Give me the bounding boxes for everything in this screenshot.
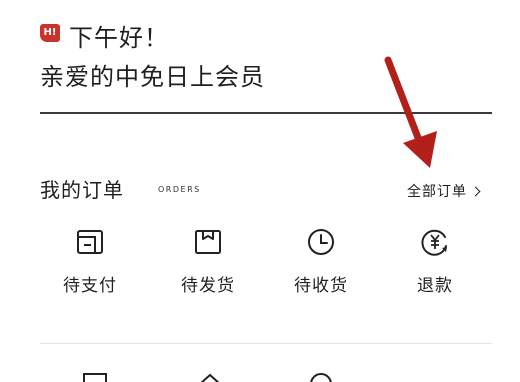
order-status-pending-payment[interactable]: 待支付: [50, 225, 130, 305]
home-icon[interactable]: [195, 372, 225, 382]
chevron-right-icon: [470, 186, 481, 197]
refund-yen-icon: [421, 229, 447, 256]
order-status-refund[interactable]: 退款: [395, 225, 475, 305]
member-greeting: 亲爱的中免日上会员: [40, 63, 265, 91]
order-status-label: 待收货: [294, 276, 348, 296]
clock-icon: [308, 229, 334, 255]
all-orders-link[interactable]: 全部订单: [407, 181, 481, 201]
order-status-pending-shipment[interactable]: 待发货: [168, 225, 248, 305]
order-status-label: 退款: [417, 276, 453, 296]
orders-section-title: 我的订单: [40, 178, 124, 202]
orders-section-subtitle: ORDERS: [158, 185, 201, 194]
order-status-label: 待发货: [181, 276, 235, 296]
document-icon[interactable]: [80, 372, 110, 382]
all-orders-label: 全部订单: [407, 184, 467, 200]
brand-logo-icon: H!: [40, 24, 60, 42]
wallet-icon: [77, 230, 103, 254]
package-icon: [195, 230, 221, 254]
greeting-text: 下午好！: [69, 24, 169, 52]
order-status-label: 待支付: [63, 276, 117, 296]
section-divider: [40, 343, 492, 344]
circle-icon[interactable]: [306, 372, 336, 382]
order-status-pending-receipt[interactable]: 待收货: [281, 225, 361, 305]
header-divider: [40, 112, 492, 114]
